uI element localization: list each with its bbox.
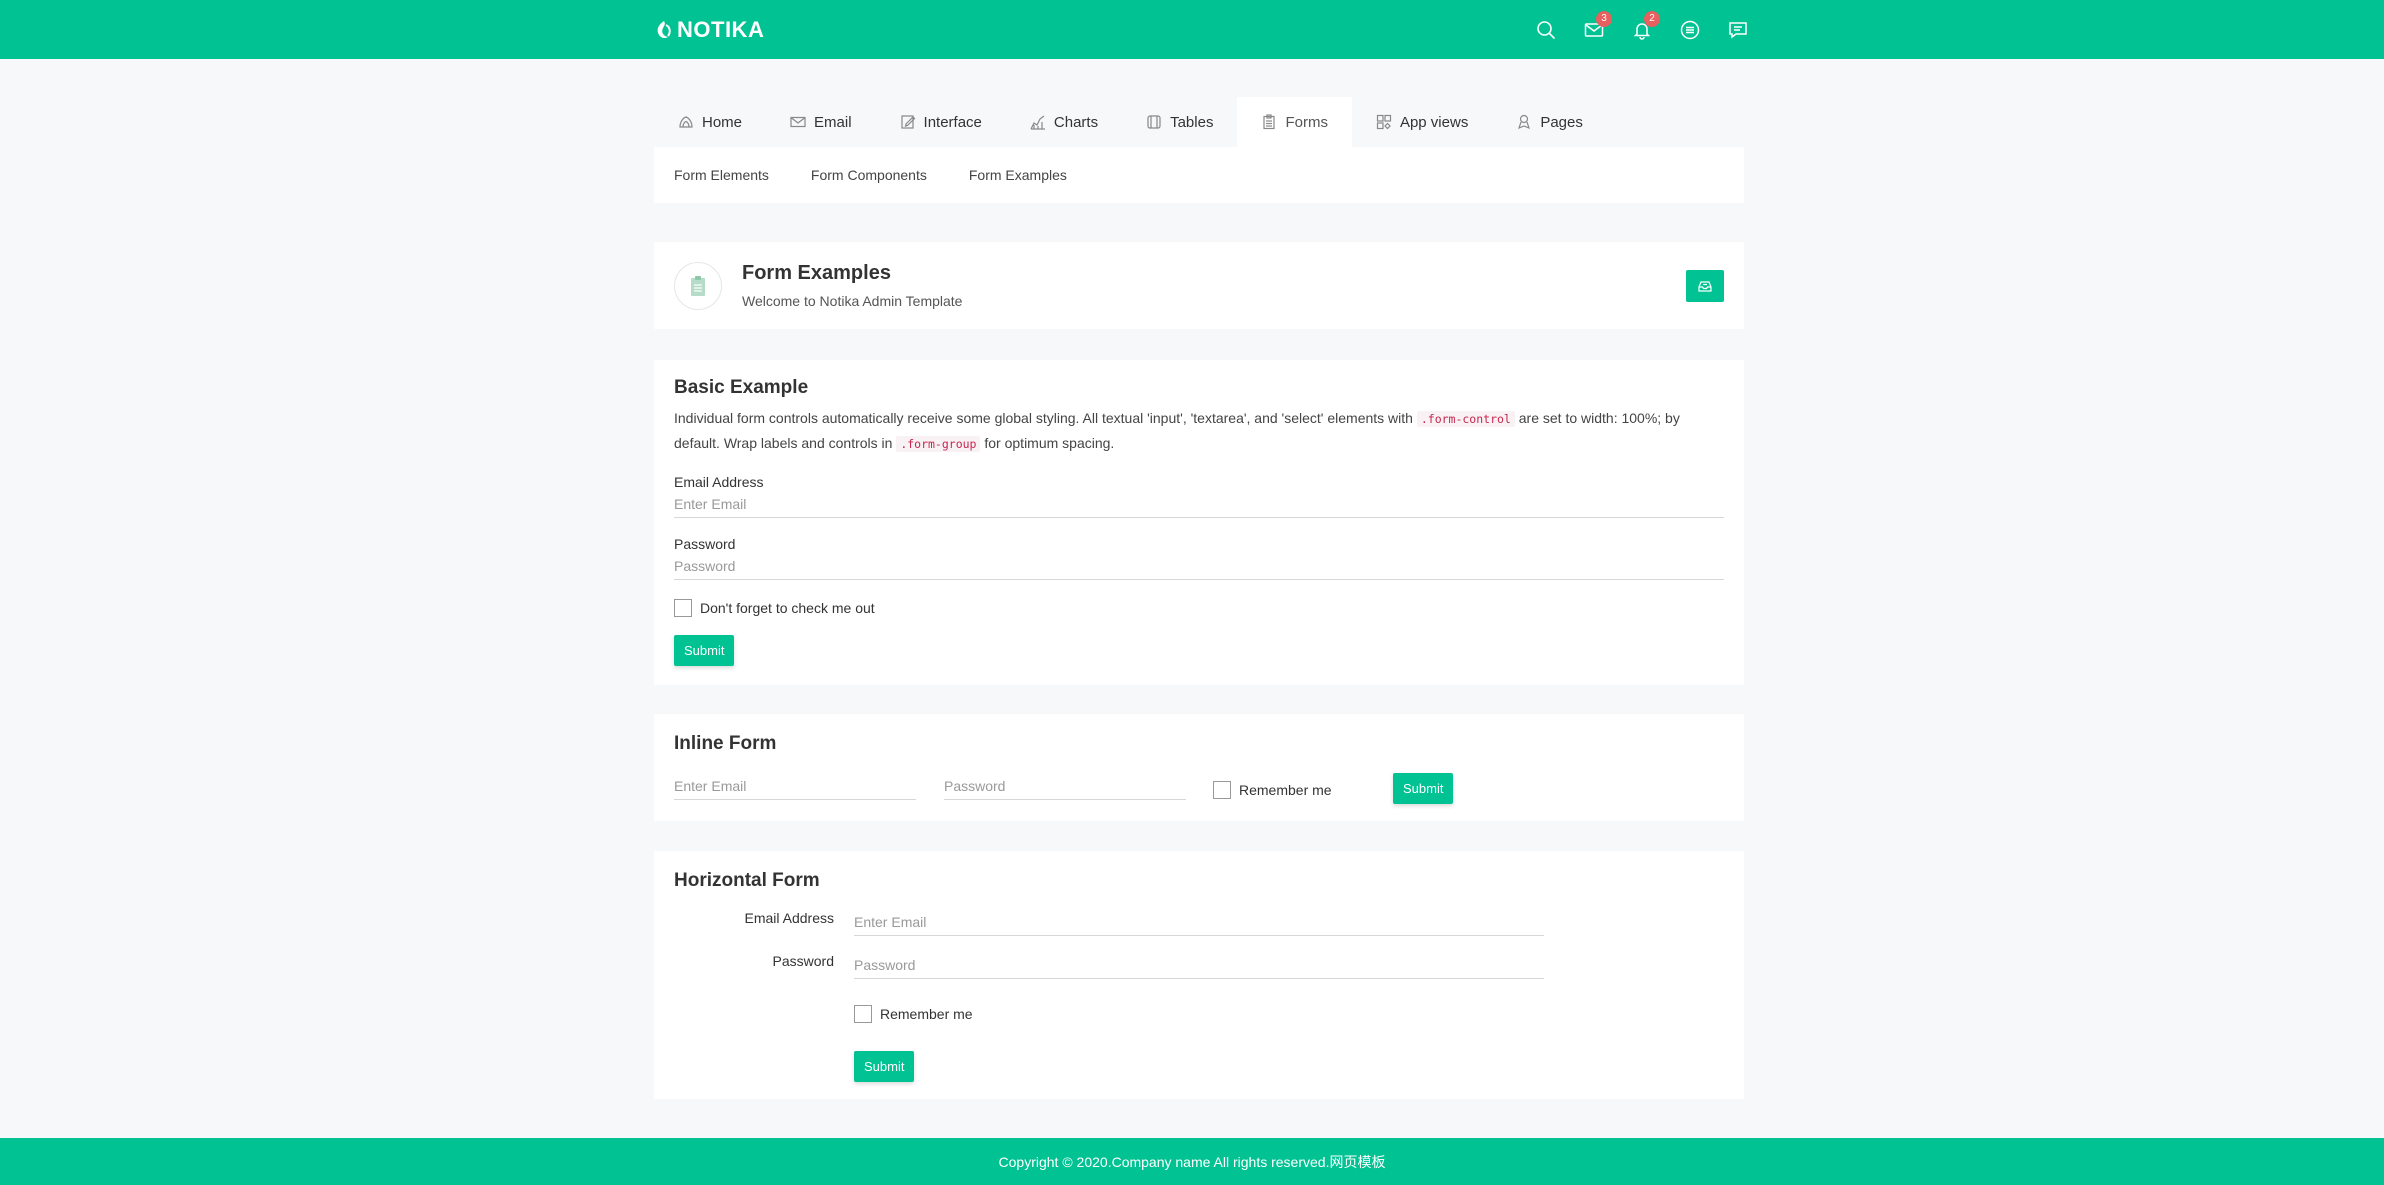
tab-home-label: Home — [702, 113, 743, 131]
header-notification-button[interactable]: 2 — [1618, 10, 1666, 50]
table-icon — [1147, 115, 1161, 129]
menu-icon — [1680, 20, 1700, 40]
inbox-icon — [1698, 281, 1712, 292]
tab-charts-label: Charts — [1053, 113, 1099, 131]
basic-email-label: Email Address — [674, 474, 764, 490]
brand-name: NOTIKA — [677, 17, 765, 42]
tab-forms[interactable]: Forms — [1237, 97, 1352, 147]
inline-password-input[interactable] — [944, 772, 1186, 800]
basic-example-card: Basic Example Individual form controls a… — [654, 360, 1744, 685]
inline-form-title: Inline Form — [674, 733, 777, 754]
breadcrumb-card: Form Examples Welcome to Notika Admin Te… — [654, 242, 1744, 329]
tab-tables-label: Tables — [1170, 113, 1214, 131]
horizontal-checkbox[interactable] — [854, 1005, 872, 1023]
code-form-control: .form-control — [1416, 411, 1515, 427]
tab-charts[interactable]: Charts — [1006, 97, 1122, 147]
basic-example-description: Individual form controls automatically r… — [674, 406, 1724, 456]
breadcrumb-action-button[interactable] — [1686, 270, 1724, 302]
tab-interface[interactable]: Interface — [876, 97, 1006, 147]
breadcrumb-icon-circle — [674, 262, 722, 310]
tab-interface-label: Interface — [923, 113, 982, 131]
main-nav: Home Email Interface Charts Tables Forms — [654, 97, 1744, 147]
desc-text-1: Individual form controls automatically r… — [674, 410, 1413, 426]
tab-pages[interactable]: Pages — [1492, 97, 1607, 147]
home-icon — [679, 116, 693, 128]
horizontal-password-input[interactable] — [854, 951, 1544, 979]
brand-logo[interactable]: NOTIKA — [655, 15, 764, 45]
clipboard-icon — [691, 276, 705, 296]
tab-tables[interactable]: Tables — [1122, 97, 1237, 147]
tab-app-views[interactable]: App views — [1352, 97, 1492, 147]
footer-copyright: Copyright © 2020.Company name All rights… — [998, 1153, 1386, 1170]
basic-submit-button[interactable]: Submit — [674, 635, 735, 666]
inline-email-input[interactable] — [674, 772, 916, 800]
basic-password-input[interactable] — [674, 552, 1724, 580]
mail-icon — [790, 116, 806, 128]
pages-icon — [1518, 114, 1531, 130]
sub-link-form-elements[interactable]: Form Elements — [674, 167, 769, 183]
mail-badge: 3 — [1596, 11, 1612, 27]
inline-checkbox-label: Remember me — [1239, 782, 1332, 798]
inline-checkbox-row[interactable]: Remember me — [1213, 781, 1332, 799]
leaf-logo-icon — [657, 21, 671, 39]
notification-badge: 2 — [1644, 11, 1660, 27]
horizontal-email-input[interactable] — [854, 908, 1544, 936]
horizontal-email-label: Email Address — [744, 910, 834, 926]
header-search-button[interactable] — [1522, 10, 1570, 50]
tab-pages-label: Pages — [1540, 113, 1583, 131]
inline-submit-button[interactable]: Submit — [1393, 773, 1454, 804]
horizontal-submit-button[interactable]: Submit — [854, 1051, 915, 1082]
code-form-group: .form-group — [896, 436, 981, 452]
sub-link-form-examples[interactable]: Form Examples — [969, 167, 1067, 183]
inline-checkbox[interactable] — [1213, 781, 1231, 799]
search-icon — [1537, 21, 1556, 40]
header-mail-button[interactable]: 3 — [1570, 10, 1618, 50]
header-chat-button[interactable] — [1714, 10, 1762, 50]
basic-checkbox[interactable] — [674, 599, 692, 617]
tab-forms-label: Forms — [1285, 113, 1328, 131]
basic-checkbox-row[interactable]: Don't forget to check me out — [674, 599, 875, 617]
form-icon — [1263, 114, 1276, 130]
sub-nav: Form Elements Form Components Form Examp… — [654, 147, 1744, 203]
app-views-icon — [1376, 114, 1392, 130]
horizontal-checkbox-label: Remember me — [880, 1006, 973, 1022]
tab-email[interactable]: Email — [766, 97, 876, 147]
header-menu-button[interactable] — [1666, 10, 1714, 50]
horizontal-form-title: Horizontal Form — [674, 870, 820, 891]
tab-app-views-label: App views — [1399, 113, 1469, 131]
desc-text-3: for optimum spacing. — [984, 435, 1115, 451]
page-title: Form Examples — [742, 262, 891, 284]
basic-example-title: Basic Example — [674, 377, 809, 398]
edit-icon — [900, 115, 915, 129]
tab-home[interactable]: Home — [654, 97, 766, 147]
sub-link-form-components[interactable]: Form Components — [811, 167, 927, 183]
horizontal-form-card: Horizontal Form Email Address Password R… — [654, 851, 1744, 1099]
chart-icon — [1030, 115, 1045, 130]
basic-checkbox-label: Don't forget to check me out — [700, 600, 875, 616]
horizontal-checkbox-row[interactable]: Remember me — [854, 1005, 973, 1023]
top-header: NOTIKA 3 2 — [0, 0, 2384, 59]
inline-form-card: Inline Form Remember me Submit — [654, 714, 1744, 821]
header-icon-group: 3 2 — [1522, 10, 1762, 50]
horizontal-password-label: Password — [772, 953, 834, 969]
tab-email-label: Email — [814, 113, 852, 131]
chat-icon — [1729, 22, 1747, 39]
page-subtitle: Welcome to Notika Admin Template — [742, 293, 963, 309]
footer: Copyright © 2020.Company name All rights… — [0, 1138, 2384, 1185]
basic-password-label: Password — [674, 536, 736, 552]
basic-email-input[interactable] — [674, 490, 1724, 518]
